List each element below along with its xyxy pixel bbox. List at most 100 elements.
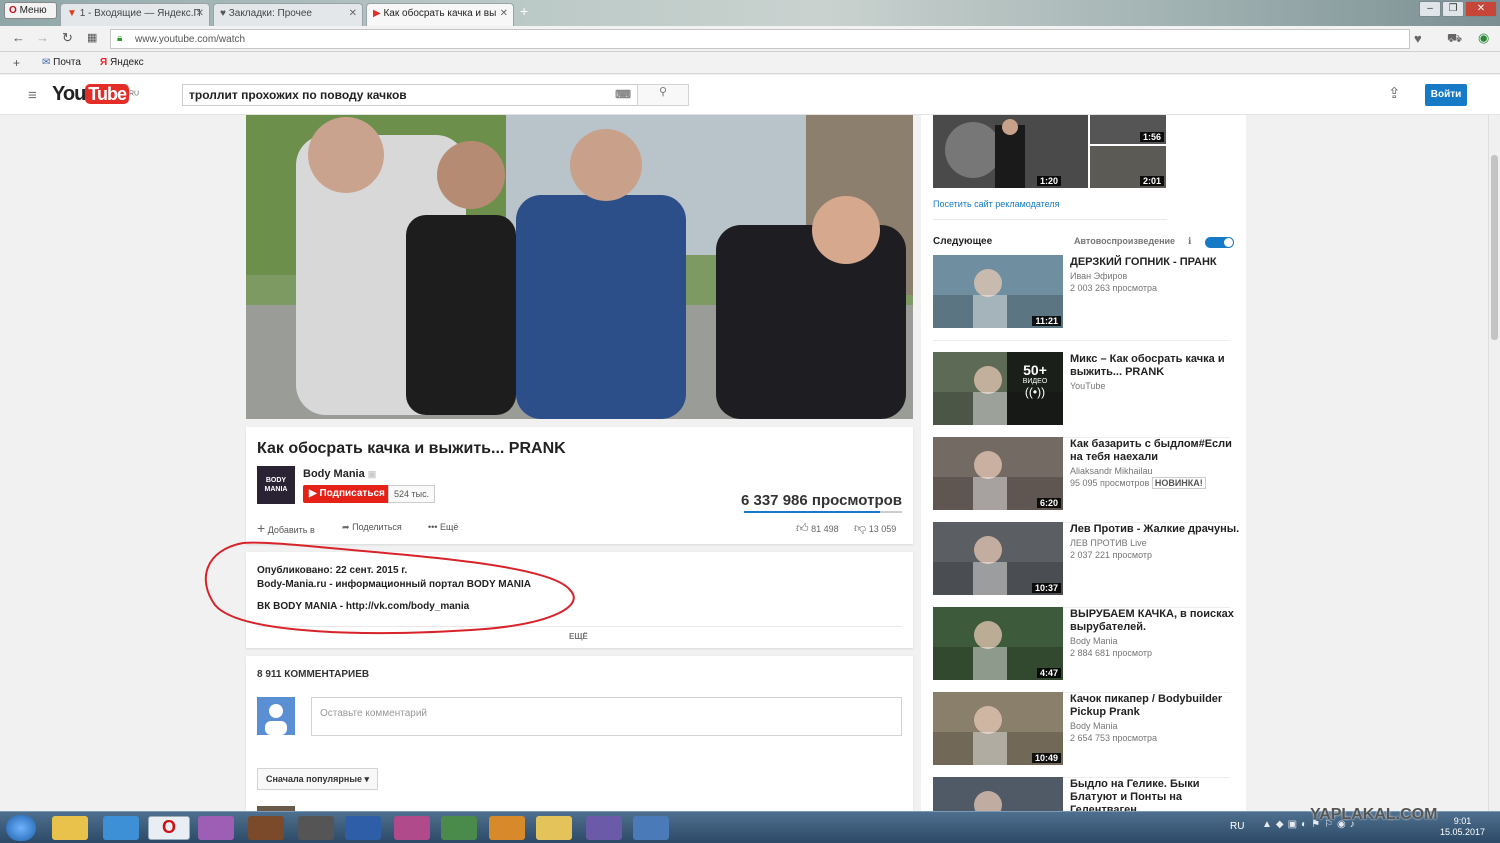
ie-taskbar-icon[interactable] [103,816,139,840]
related-video-title[interactable]: Лев Против - Жалкие драчуны. [1070,523,1240,536]
duration-badge: 1:20 [1037,176,1062,186]
share-button[interactable]: ➦ Поделиться [342,522,402,533]
related-video-title[interactable]: Микс – Как обосрать качка и выжить... PR… [1070,353,1240,379]
search-button[interactable]: ⚲ [637,84,689,106]
related-channel-name: Aliaksandr Mikhailau [1070,466,1153,476]
add-bookmark-button[interactable]: + [13,56,20,70]
new-badge: НОВИНКА! [1151,477,1206,489]
tab-label: Как обосрать качка и вы [383,8,497,19]
related-thumbnail[interactable]: 50+ ВИДЕО ((•)) [933,352,1063,425]
channel-name-link[interactable]: Body Mania ▣ [303,468,376,480]
search-input[interactable]: троллит прохожих по поводу качков ⌨ [182,84,638,106]
red-ellipse-annotation [204,541,575,635]
verified-icon: ▣ [367,469,377,479]
hp-taskbar-icon[interactable] [298,816,334,840]
related-video-title[interactable]: Качок пикапер / Bodybuilder Pickup Prank [1070,693,1240,719]
related-video-title[interactable]: ДЕРЗКИЙ ГОПНИК - ПРАНК [1070,256,1240,269]
winrar-taskbar-icon[interactable] [394,816,430,840]
new-tab-button[interactable]: + [520,3,528,19]
autoplay-label: Автовоспроизведение [1074,236,1176,246]
cart-icon[interactable]: ⛟ [1447,31,1462,47]
login-button[interactable]: Войти [1425,84,1467,106]
start-button[interactable] [6,815,36,841]
more-actions-button[interactable]: ••• Ещё [428,522,458,532]
mix-label: ВИДЕО [1022,378,1048,385]
like-button[interactable]: 👍︎ 81 498 [796,521,839,536]
opera-taskbar-icon[interactable]: O [148,816,190,840]
divider [933,219,1167,220]
url-input[interactable]: 🔒︎ www.youtube.com/watch [110,29,1410,49]
add-to-button[interactable]: + Добавить в [257,520,315,536]
dislike-button[interactable]: 👎︎ 13 059 [854,521,896,536]
upload-icon[interactable]: ⇪ [1388,84,1401,102]
comment-count: 8 911 КОММЕНТАРИЕВ [257,669,370,680]
related-view-count: 2 654 753 просмотра [1070,732,1157,744]
vpn-icon[interactable]: ◉ [1478,30,1489,46]
taskbar-app-icon[interactable] [441,816,477,840]
keyboard-icon[interactable]: ⌨ [615,88,631,101]
explorer-taskbar-icon[interactable] [536,816,572,840]
tab-inbox[interactable]: ▼ 1 - Входящие — Яндекс.П ✕ [60,3,210,26]
duration-badge: 1:56 [1139,132,1164,142]
taskbar-app-icon[interactable] [198,816,234,840]
video-player[interactable] [246,115,913,419]
page-scrollbar[interactable] [1488,115,1500,811]
ad-thumbnail-small[interactable]: 1:56 [1090,115,1166,144]
related-video-title[interactable]: Как базарить с быдлом#Если на тебя наеха… [1070,438,1240,464]
reload-icon[interactable]: ↻ [62,30,73,46]
close-tab-icon[interactable]: ✕ [500,8,508,19]
taskbar-app-icon[interactable] [248,816,284,840]
taskbar-app-icon[interactable] [586,816,622,840]
close-window-icon[interactable]: ✕ [1465,1,1497,17]
ad-thumbnail-small[interactable]: 2:01 [1090,146,1166,188]
autoplay-toggle[interactable] [1205,237,1234,248]
related-thumbnail[interactable]: 10:49 [933,692,1063,765]
mix-count: 50+ [1023,362,1047,378]
hamburger-menu-icon[interactable]: ≡ [28,87,37,104]
tab-label: 1 - Входящие — Яндекс.П [79,8,201,19]
chrome-taskbar-icon[interactable] [52,816,88,840]
subscribe-button[interactable]: ▶ Подписаться [303,485,391,503]
tab-bookmarks[interactable]: ♥ Закладки: Прочее ✕ [213,3,363,26]
heart-bookmark-icon[interactable]: ♥ [1414,31,1422,46]
more-dots-icon: ••• [428,522,438,532]
channel-avatar[interactable]: BODY MANIA [257,466,295,504]
media-player-taskbar-icon[interactable] [489,816,525,840]
back-icon[interactable]: ← [12,30,25,45]
close-tab-icon[interactable]: ✕ [196,8,204,19]
related-view-count: 2 037 221 просмотр [1070,549,1152,561]
related-thumbnail[interactable]: 11:21 [933,255,1063,328]
opera-menu-button[interactable]: O Меню [4,2,57,19]
related-channel-name: YouTube [1070,381,1106,391]
advertiser-link[interactable]: Посетить сайт рекламодателя [933,199,1060,209]
related-sidebar: 1:20 1:56 2:01 Посетить сайт рекламодате… [921,115,1246,843]
related-thumbnail[interactable]: 6:20 [933,437,1063,510]
search-query-text: троллит прохожих по поводу качков [189,88,407,102]
related-video-title[interactable]: ВЫРУБАЕМ КАЧКА, в поисках вырубателей. [1070,608,1240,634]
bookmark-yandex[interactable]: Я Яндекс [100,57,144,68]
clock[interactable]: 9:01 15.05.2017 [1440,816,1485,838]
tab-youtube-video[interactable]: ▶ Как обосрать качка и вы ✕ [366,3,514,26]
info-icon[interactable]: ℹ [1188,236,1191,247]
bookmark-mail[interactable]: ✉ Почта [42,57,81,68]
related-thumbnail[interactable]: 10:37 [933,522,1063,595]
comment-input[interactable]: Оставьте комментарий [311,697,902,736]
like-ratio-bar [744,511,902,513]
maximize-icon[interactable]: ❐ [1442,1,1464,17]
language-indicator[interactable]: RU [1230,821,1244,832]
related-thumbnail[interactable]: 4:47 [933,607,1063,680]
forward-icon[interactable]: → [36,30,49,45]
like-count: 81 498 [811,524,839,534]
speed-dial-icon[interactable]: ▦ [87,31,97,44]
minimize-icon[interactable]: – [1419,1,1441,17]
taskbar-app-icon[interactable] [345,816,381,840]
view-count-text: 2 037 221 просмотр [1070,550,1153,560]
close-tab-icon[interactable]: ✕ [349,8,357,19]
sort-comments-dropdown[interactable]: Сначала популярные ▾ [257,768,379,790]
scrollbar-thumb[interactable] [1491,155,1498,340]
taskbar-app-icon[interactable] [633,816,669,840]
youtube-logo[interactable]: You Tube RU [52,83,139,107]
toggle-knob [1224,238,1233,247]
view-count-text: 95 095 просмотров [1070,478,1150,488]
ad-thumbnail-main[interactable]: 1:20 [933,115,1088,188]
